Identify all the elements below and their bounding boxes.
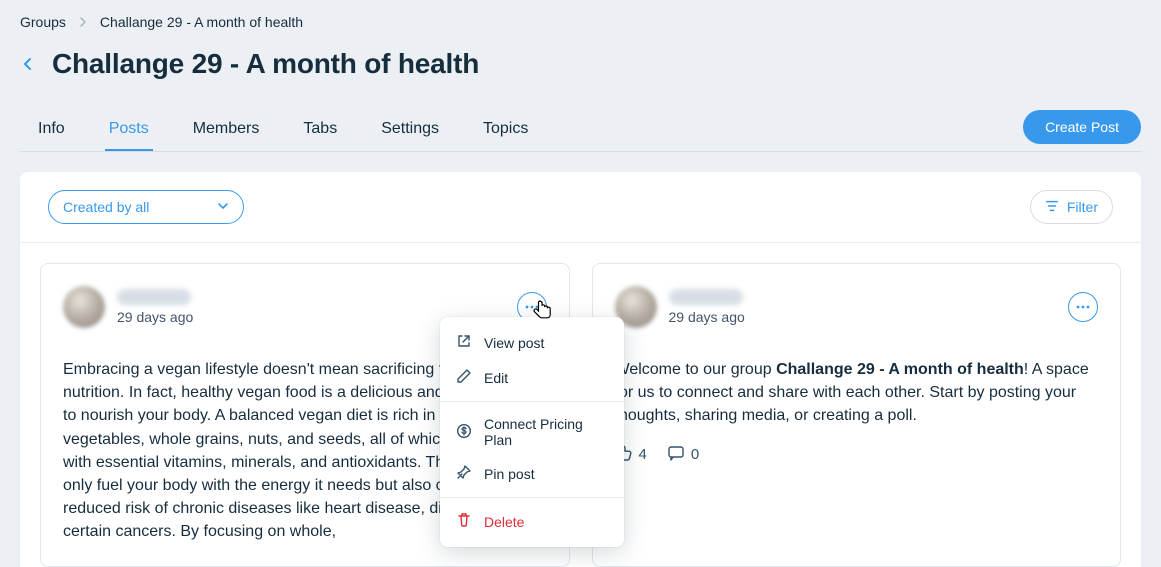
author-name [669,289,743,305]
tabs: Info Posts Members Tabs Settings Topics [20,108,532,151]
create-post-button[interactable]: Create Post [1023,110,1141,144]
breadcrumb-current: Challange 29 - A month of health [100,14,303,30]
dollar-icon [456,423,472,442]
menu-connect-pricing[interactable]: Connect Pricing Plan [440,408,624,456]
comment-icon [667,444,685,466]
post-body: Welcome to our group Challange 29 - A mo… [615,358,1099,428]
tab-tabs[interactable]: Tabs [299,108,341,151]
menu-view-post[interactable]: View post [440,325,624,360]
menu-label: Pin post [484,466,535,482]
chevron-right-icon [78,17,88,27]
post-card: 29 days ago Welcome to our group Challan… [592,263,1122,567]
dropdown-label: Created by all [63,199,149,215]
tab-info[interactable]: Info [34,108,69,151]
chevron-down-icon [217,199,229,215]
avatar [63,286,105,328]
tab-topics[interactable]: Topics [479,108,532,151]
external-link-icon [456,333,472,352]
menu-label: Delete [484,514,524,530]
page-title: Challange 29 - A month of health [52,48,479,80]
comment-button[interactable]: 0 [667,444,699,466]
tab-members[interactable]: Members [189,108,264,151]
post-menu-popover: View post Edit Connect Pricing Plan Pin … [440,317,624,547]
post-timestamp: 29 days ago [117,309,193,325]
like-count: 4 [639,446,647,463]
tab-settings[interactable]: Settings [377,108,443,151]
menu-delete[interactable]: Delete [440,504,624,539]
filter-button[interactable]: Filter [1030,190,1113,224]
menu-edit[interactable]: Edit [440,360,624,395]
created-by-dropdown[interactable]: Created by all [48,190,244,224]
menu-pin-post[interactable]: Pin post [440,456,624,491]
menu-separator [440,401,624,402]
back-button[interactable] [20,56,36,72]
pencil-icon [456,368,472,387]
menu-label: View post [484,335,544,351]
post-menu-button[interactable] [1068,292,1098,322]
author-name [117,289,191,305]
pin-icon [456,464,472,483]
trash-icon [456,512,472,531]
menu-separator [440,497,624,498]
filter-icon [1045,199,1059,216]
comment-count: 0 [691,446,699,463]
post-timestamp: 29 days ago [669,309,745,325]
filter-label: Filter [1067,199,1098,215]
breadcrumb: Groups Challange 29 - A month of health [20,14,1141,30]
breadcrumb-groups-link[interactable]: Groups [20,14,66,30]
menu-label: Edit [484,370,508,386]
menu-label: Connect Pricing Plan [484,416,608,448]
tab-posts[interactable]: Posts [105,108,153,151]
